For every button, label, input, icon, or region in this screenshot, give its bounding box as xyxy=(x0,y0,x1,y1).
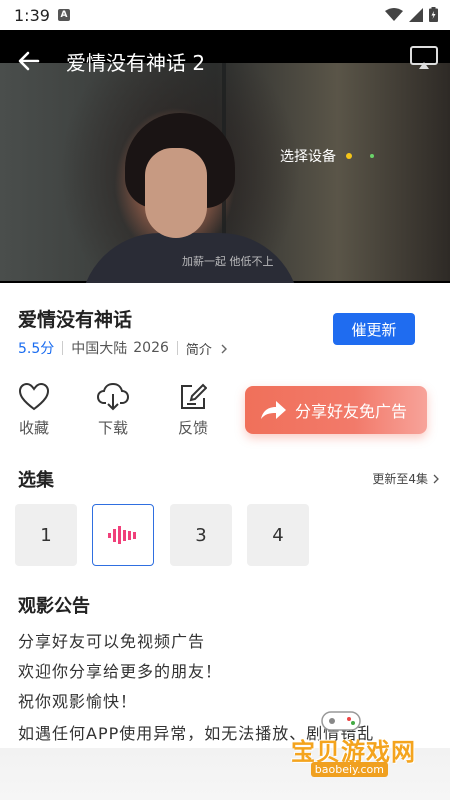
video-frame: 加薪一起 他低不上 xyxy=(0,63,450,283)
notice-line: 欢迎你分享给更多的朋友！ xyxy=(18,662,223,681)
battery-icon xyxy=(429,7,438,22)
download-label: 下载 xyxy=(97,419,128,437)
select-device-button[interactable]: 选择设备 xyxy=(280,146,374,166)
meta-divider xyxy=(62,341,64,355)
video-subtitle: 加薪一起 他低不上 xyxy=(182,255,274,268)
episode-item[interactable]: 1 xyxy=(15,504,77,566)
synopsis-label: 简介 xyxy=(185,342,212,358)
share-label: 分享好友免广告 xyxy=(295,402,408,421)
player-top-bar: 爱情没有神话 2 xyxy=(0,30,450,88)
gamepad-icon xyxy=(321,711,361,731)
show-meta: 5.5分 中国大陆 2026 简介 xyxy=(18,338,229,358)
notice-title: 观影公告 xyxy=(18,596,90,617)
watermark-url: baobeiy.com xyxy=(310,762,388,777)
notice-line: 分享好友可以免视频广告 xyxy=(18,632,206,651)
episode-item[interactable]: 3 xyxy=(170,504,232,566)
video-player[interactable]: 加薪一起 他低不上 爱情没有神话 2 选择设备 xyxy=(0,30,450,283)
feedback-label: 反馈 xyxy=(177,419,208,437)
cast-icon xyxy=(410,46,438,69)
playing-bars-icon xyxy=(108,526,136,544)
status-time: 1:39 xyxy=(14,6,50,25)
wifi-icon xyxy=(385,7,403,21)
favorite-button[interactable]: 收藏 xyxy=(9,383,59,438)
feedback-button[interactable]: 反馈 xyxy=(168,383,218,438)
share-arrow-icon xyxy=(261,401,286,419)
episodes-update-link[interactable]: 更新至4集 xyxy=(372,470,440,487)
cast-button[interactable] xyxy=(410,46,438,70)
chevron-right-icon xyxy=(433,474,439,483)
show-region: 中国大陆 xyxy=(71,341,128,357)
episode-item[interactable]: 4 xyxy=(247,504,309,566)
heart-icon xyxy=(19,383,49,411)
episode-item-playing[interactable] xyxy=(92,504,154,566)
download-button[interactable]: 下载 xyxy=(88,383,138,438)
favorite-label: 收藏 xyxy=(18,419,49,437)
signal-icon xyxy=(409,7,423,22)
share-free-ads-button[interactable]: 分享好友免广告 xyxy=(245,386,427,434)
cloud-download-icon xyxy=(97,383,129,411)
meta-divider xyxy=(176,341,178,355)
notice-line: 祝你观影愉快！ xyxy=(18,692,138,711)
device-dot-green xyxy=(370,154,374,158)
episodes-title: 选集 xyxy=(18,470,54,491)
player-title: 爱情没有神话 2 xyxy=(66,51,206,75)
status-icons xyxy=(385,7,438,22)
back-arrow-icon xyxy=(18,51,40,71)
select-device-label: 选择设备 xyxy=(280,149,336,165)
show-score: 5.5分 xyxy=(18,341,55,357)
show-year: 2026 xyxy=(133,340,169,356)
device-dot-yellow xyxy=(346,153,352,159)
scene-figure-face xyxy=(145,148,207,238)
episodes-update-label: 更新至4集 xyxy=(372,472,428,486)
request-update-button[interactable]: 催更新 xyxy=(333,313,415,345)
edit-icon xyxy=(181,383,207,409)
back-button[interactable] xyxy=(14,46,44,76)
chevron-right-icon xyxy=(221,344,228,353)
show-title: 爱情没有神话 xyxy=(18,309,133,331)
synopsis-link[interactable]: 简介 xyxy=(186,339,229,358)
notification-icon: A xyxy=(58,9,70,21)
status-bar: 1:39 A xyxy=(0,0,450,30)
